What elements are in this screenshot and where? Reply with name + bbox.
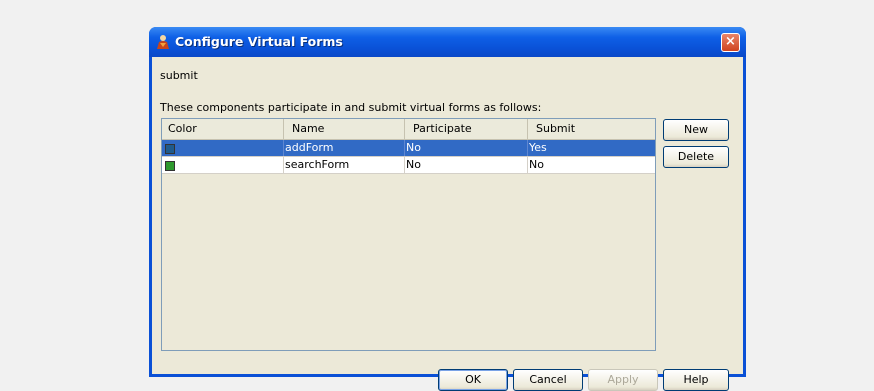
close-icon: × <box>725 34 736 49</box>
color-cell[interactable] <box>162 157 284 173</box>
column-header-color[interactable]: Color <box>162 119 284 139</box>
dialog-title: Configure Virtual Forms <box>175 34 343 49</box>
delete-button[interactable]: Delete <box>663 146 729 168</box>
virtual-form-name: submit <box>160 69 198 82</box>
title-bar[interactable]: Configure Virtual Forms × <box>149 27 746 57</box>
ok-button[interactable]: OK <box>438 369 508 391</box>
instructions-text: These components participate in and subm… <box>160 101 542 114</box>
color-swatch <box>165 144 175 154</box>
column-header-name[interactable]: Name <box>284 119 405 139</box>
cancel-button[interactable]: Cancel <box>513 369 583 391</box>
configure-virtual-forms-dialog: Configure Virtual Forms × submit These c… <box>149 27 746 391</box>
submit-cell[interactable]: Yes <box>528 140 655 156</box>
close-button[interactable]: × <box>721 33 740 52</box>
participate-cell[interactable]: No <box>405 157 528 173</box>
table-row[interactable]: addForm No Yes <box>162 140 655 157</box>
table-row[interactable]: searchForm No No <box>162 157 655 174</box>
app-icon <box>157 35 169 49</box>
table-header: Color Name Participate Submit <box>162 119 655 140</box>
color-cell[interactable] <box>162 140 284 156</box>
apply-button[interactable]: Apply <box>588 369 658 391</box>
name-cell[interactable]: searchForm <box>284 157 405 173</box>
submit-cell[interactable]: No <box>528 157 655 173</box>
help-button[interactable]: Help <box>663 369 729 391</box>
column-header-submit[interactable]: Submit <box>528 119 655 139</box>
virtual-forms-table: Color Name Participate Submit addForm No… <box>161 118 656 351</box>
new-button[interactable]: New <box>663 119 729 141</box>
dialog-body: submit These components participate in a… <box>152 57 743 391</box>
color-swatch <box>165 161 175 171</box>
column-header-participate[interactable]: Participate <box>405 119 528 139</box>
name-cell[interactable]: addForm <box>284 140 405 156</box>
participate-cell[interactable]: No <box>405 140 528 156</box>
